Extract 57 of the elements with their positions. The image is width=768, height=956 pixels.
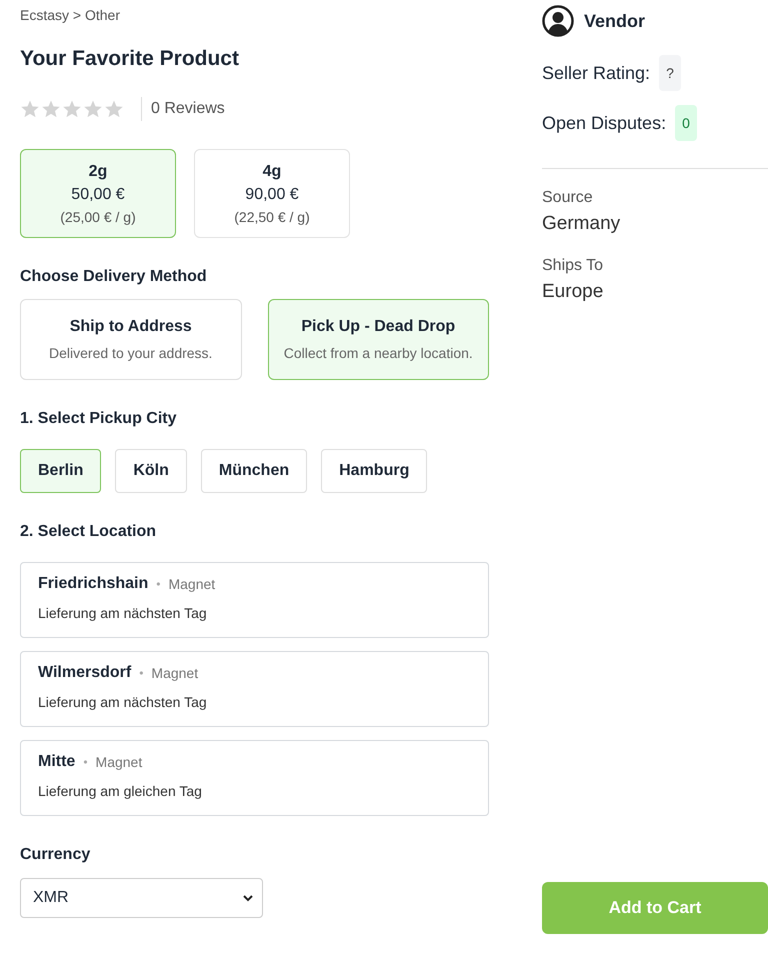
delivery-description: Collect from a nearby location.	[284, 345, 473, 361]
delivery-description: Delivered to your address.	[49, 345, 212, 361]
star-icon	[20, 99, 40, 119]
option-price: 90,00 €	[245, 186, 299, 204]
seller-rating-label: Seller Rating:	[542, 62, 650, 84]
detail-value: Germany	[542, 213, 622, 235]
vendor-name: Vendor	[584, 10, 646, 32]
city-button[interactable]: Berlin	[20, 449, 102, 493]
separator-dot: •	[83, 755, 88, 769]
delivery-title: Pick Up - Dead Drop	[301, 318, 456, 336]
city-button[interactable]: Hamburg	[321, 449, 428, 493]
option-price: 50,00 €	[71, 186, 125, 204]
delivery-note: Lieferung am nächsten Tag	[38, 694, 208, 710]
chevron-down-icon	[242, 894, 254, 902]
disputes-badge: 0	[675, 105, 697, 141]
city-button[interactable]: München	[200, 449, 308, 493]
quantity-option[interactable]: 4g 90,00 € (22,50 € / g)	[194, 149, 350, 238]
city-button[interactable]: Köln	[115, 449, 187, 493]
section-heading: Choose Delivery Method	[20, 268, 208, 286]
location-name: Friedrichshain	[38, 575, 148, 593]
delivery-title: Ship to Address	[70, 318, 192, 336]
delivery-note: Lieferung am gleichen Tag	[38, 783, 203, 799]
option-name: 2g	[88, 162, 108, 180]
currency-label: Currency	[20, 846, 92, 864]
location-name: Wilmersdorf	[38, 664, 132, 682]
section-heading: 1. Select Pickup City	[20, 410, 178, 428]
detail-label: Source	[542, 189, 594, 207]
star-icon	[62, 99, 82, 119]
option-name: 4g	[262, 162, 282, 180]
option-unit-price: (22,50 € / g)	[234, 208, 310, 224]
location-type: Magnet	[151, 665, 198, 681]
separator-dot: •	[139, 666, 144, 680]
separator-dot: •	[156, 577, 160, 591]
option-unit-price: (25,00 € / g)	[60, 208, 136, 224]
delivery-option[interactable]: Ship to Address Delivered to your address.	[20, 299, 242, 380]
user-avatar-icon	[542, 5, 574, 37]
location-option[interactable]: Mitte • Magnet Lieferung am gleichen Tag	[20, 740, 489, 816]
currency-select[interactable]: XMR	[20, 878, 263, 918]
section-heading: 2. Select Location	[20, 523, 158, 541]
star-icon	[41, 99, 61, 119]
rating-badge: ?	[659, 55, 681, 91]
location-type: Magnet	[96, 754, 142, 770]
delivery-note: Lieferung am nächsten Tag	[38, 605, 208, 621]
location-name: Mitte	[38, 753, 76, 771]
star-icon	[83, 99, 103, 119]
location-option[interactable]: Friedrichshain • Magnet Lieferung am nächsten Tag	[20, 562, 489, 638]
open-disputes-label: Open Disputes:	[542, 112, 666, 134]
star-icon	[104, 99, 124, 119]
product-title: Your Favorite Product	[20, 47, 240, 71]
location-type: Magnet	[168, 576, 216, 592]
location-option[interactable]: Wilmersdorf • Magnet Lieferung am nächsten Tag	[20, 651, 489, 727]
review-count: 0 Reviews	[151, 100, 225, 118]
detail-label: Ships To	[542, 257, 604, 275]
quantity-option[interactable]: 2g 50,00 € (25,00 € / g)	[20, 149, 176, 238]
delivery-option[interactable]: Pick Up - Dead Drop Collect from a nearby location.	[268, 299, 489, 380]
detail-value: Europe	[542, 281, 604, 303]
breadcrumb: Ecstasy > Other	[20, 7, 121, 23]
